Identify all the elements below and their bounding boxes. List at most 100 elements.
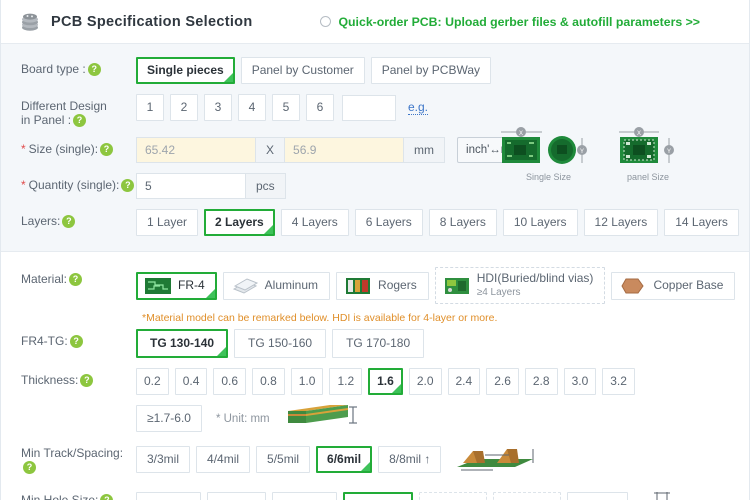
label-layers-text: Layers:: [21, 214, 61, 228]
required-marker-size: *: [21, 142, 26, 156]
hole-size-illustration: [640, 488, 684, 500]
thickness-0-4[interactable]: 0.4: [174, 368, 208, 395]
material-rogers[interactable]: Rogers: [336, 271, 429, 300]
thickness-3-2[interactable]: 3.2: [602, 368, 635, 395]
label-min-hole-size: Min Hole Size: ?: [21, 488, 136, 500]
different-design-options: 1 2 3 4 5 6 e.g.: [136, 94, 429, 121]
fr4-tg-150-160[interactable]: TG 150-160: [234, 329, 327, 358]
layers-2[interactable]: 2 Layers: [204, 209, 275, 236]
help-icon-material[interactable]: ?: [69, 273, 83, 286]
label-thickness: Thickness: ?: [21, 368, 136, 387]
page-header: PCB Specification Selection Quick-order …: [1, 0, 749, 44]
track-spacing-illustration: [453, 441, 541, 478]
min-hole-0-25mm[interactable]: 0.25mm: [272, 492, 338, 500]
quick-order-radio[interactable]: [320, 16, 332, 27]
different-design-6[interactable]: 6: [306, 94, 334, 121]
min-track-3-3mil[interactable]: 3/3mil: [136, 446, 191, 473]
different-design-1[interactable]: 1: [136, 94, 164, 121]
different-design-2[interactable]: 2: [170, 94, 198, 121]
different-design-4[interactable]: 4: [238, 94, 266, 121]
different-design-custom-input[interactable]: [342, 94, 396, 121]
layers-10[interactable]: 10 Layers: [502, 209, 578, 236]
help-icon-thickness[interactable]: ?: [80, 374, 94, 387]
layers-8[interactable]: 8 Layers: [428, 209, 497, 236]
different-design-example-link[interactable]: e.g.: [408, 100, 429, 115]
min-track-8-8mil[interactable]: 8/8mil ↑: [378, 446, 442, 473]
material-note: *Material model can be remarked below. H…: [142, 312, 498, 324]
size-controls: X mm inch'↔mm: [136, 137, 529, 163]
thickness-2-4[interactable]: 2.4: [447, 368, 481, 395]
help-icon-board-type[interactable]: ?: [87, 63, 101, 76]
size-width-input[interactable]: [136, 137, 256, 163]
help-icon-quantity[interactable]: ?: [121, 179, 135, 192]
material-aluminum[interactable]: Aluminum: [222, 271, 331, 300]
thickness-0-6[interactable]: 0.6: [213, 368, 247, 395]
svg-text:Y: Y: [580, 149, 584, 155]
layers-1[interactable]: 1 Layer: [136, 209, 199, 236]
help-icon-different-design[interactable]: ?: [73, 114, 87, 127]
material-copper-base[interactable]: Copper Base: [611, 271, 736, 300]
help-icon-size[interactable]: ?: [100, 143, 114, 156]
thickness-2-8[interactable]: 2.8: [524, 368, 558, 395]
different-design-3[interactable]: 3: [204, 94, 232, 121]
rogers-board-icon: [345, 277, 371, 295]
quick-order-option[interactable]: Quick-order PCB: Upload gerber files & a…: [320, 15, 700, 29]
pcb-spec-page: PCB Specification Selection Quick-order …: [0, 0, 750, 500]
layers-4[interactable]: 4 Layers: [280, 209, 349, 236]
help-icon-min-track-spacing[interactable]: ?: [23, 461, 36, 474]
label-fr4-tg-text: FR4-TG:: [21, 334, 68, 348]
label-board-type: Board type : ?: [21, 57, 136, 76]
quantity-input[interactable]: [136, 173, 246, 199]
layers-14[interactable]: 14 Layers: [664, 209, 739, 236]
material-fr4[interactable]: FR-4: [136, 271, 217, 300]
thickness-0-2[interactable]: 0.2: [136, 368, 169, 395]
fr4-tg-170-180[interactable]: TG 170-180: [332, 329, 425, 358]
thickness-1-6[interactable]: 1.6: [368, 368, 403, 395]
material-rogers-label: Rogers: [378, 278, 417, 292]
min-hole-0-3mm[interactable]: 0.3mm ↑: [343, 492, 413, 500]
help-icon-layers[interactable]: ?: [62, 215, 76, 228]
board-type-panel-by-customer[interactable]: Panel by Customer: [240, 57, 365, 84]
label-quantity-text: Quantity (single):: [28, 178, 120, 192]
different-design-5[interactable]: 5: [272, 94, 300, 121]
size-height-input[interactable]: [284, 137, 405, 163]
thickness-range-1-7-6-0[interactable]: ≥1.7-6.0: [136, 405, 202, 432]
basic-spec-section: Board type : ? Single pieces Panel by Cu…: [1, 44, 749, 252]
material-hdi-sub: ≥4 Layers: [476, 287, 521, 298]
thickness-1-0[interactable]: 1.0: [290, 368, 324, 395]
min-hole-no-drill[interactable]: No Drill: [566, 492, 629, 500]
min-hole-1-0mm[interactable]: 1.0mm ↑: [492, 492, 561, 500]
help-icon-fr4-tg[interactable]: ?: [69, 335, 83, 348]
label-min-track-spacing: Min Track/Spacing: ?: [21, 441, 136, 474]
fr4-tg-130-140[interactable]: TG 130-140: [136, 329, 229, 358]
material-fr4-label: FR-4: [178, 278, 205, 292]
layers-6[interactable]: 6 Layers: [354, 209, 423, 236]
svg-text:X: X: [637, 131, 641, 137]
label-material-text: Material:: [21, 272, 68, 286]
thickness-unit-note: * Unit: mm: [215, 412, 270, 425]
hdi-board-icon: [444, 277, 470, 295]
min-track-5-5mil[interactable]: 5/5mil: [256, 446, 311, 473]
advanced-spec-section: Material: ? FR-4 Aluminum Rogers HDI(Bur…: [1, 252, 749, 500]
size-separator: X: [255, 137, 286, 163]
thickness-3-0[interactable]: 3.0: [563, 368, 597, 395]
label-min-track-spacing-text: Min Track/Spacing:: [21, 446, 124, 460]
min-hole-0-15mm[interactable]: 0.15mm: [136, 492, 202, 500]
min-hole-0-2mm[interactable]: 0.2mm: [207, 492, 267, 500]
material-hdi[interactable]: HDI(Buried/blind vias) ≥4 Layers: [434, 267, 606, 304]
min-track-4-4mil[interactable]: 4/4mil: [196, 446, 251, 473]
thickness-2-6[interactable]: 2.6: [486, 368, 519, 395]
min-track-6-6mil[interactable]: 6/6mil: [316, 446, 373, 473]
thickness-2-0[interactable]: 2.0: [408, 368, 442, 395]
board-type-panel-by-pcbway[interactable]: Panel by PCBWay: [370, 57, 492, 84]
layers-12[interactable]: 12 Layers: [583, 209, 659, 236]
help-icon-min-hole-size[interactable]: ?: [100, 494, 114, 500]
label-board-type-text: Board type :: [21, 62, 86, 76]
board-type-single-pieces[interactable]: Single pieces: [136, 57, 235, 84]
min-hole-0-8mm[interactable]: 0.8mm ↑: [418, 492, 487, 500]
thickness-0-8[interactable]: 0.8: [252, 368, 285, 395]
size-input-group: X mm: [136, 137, 446, 163]
aluminum-sheets-icon: [232, 277, 258, 295]
single-size-caption: Single Size: [525, 172, 572, 182]
thickness-1-2[interactable]: 1.2: [329, 368, 363, 395]
